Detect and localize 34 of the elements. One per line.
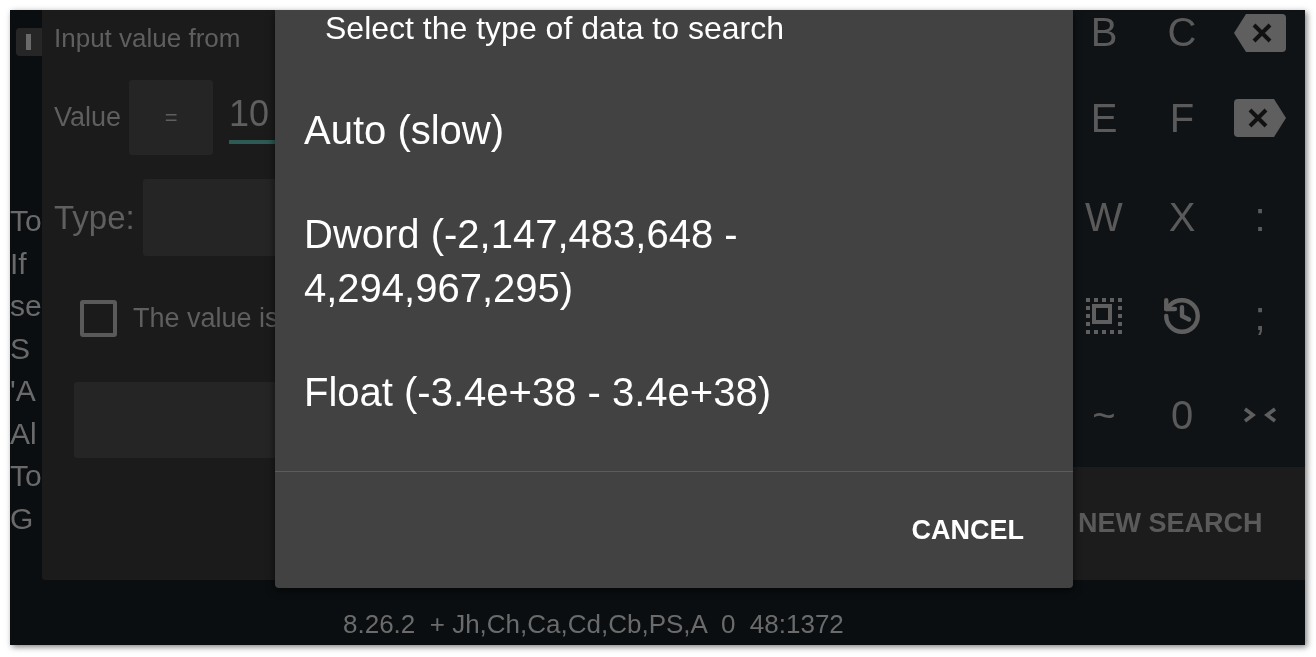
background-text: To bbox=[10, 203, 42, 239]
background-text: S bbox=[10, 330, 31, 367]
key-label[interactable]: F bbox=[1169, 97, 1195, 138]
key-label[interactable]: W bbox=[1085, 196, 1123, 237]
background-text: Al bbox=[10, 415, 38, 452]
data-type-option[interactable]: Auto (slow) bbox=[275, 78, 895, 182]
key-label[interactable]: B bbox=[1090, 12, 1118, 52]
key-label[interactable]: C bbox=[1167, 12, 1197, 52]
key-label[interactable]: E bbox=[1090, 97, 1118, 138]
background-text: If bbox=[10, 245, 28, 282]
key-label[interactable]: ; bbox=[1254, 295, 1266, 336]
type-label: Type: bbox=[54, 197, 135, 238]
dialog-title: Select the type of data to search bbox=[325, 10, 784, 46]
status-text: 8.26.2 + Jh,Ch,Ca,Cd,Cb,PS,A 0 48:1372 bbox=[343, 608, 844, 641]
background-text: To bbox=[10, 458, 42, 494]
value-label: Value bbox=[54, 101, 122, 135]
toolbar-icon[interactable] bbox=[16, 28, 42, 56]
select-all-icon[interactable] bbox=[1086, 297, 1122, 334]
key-label[interactable]: 0 bbox=[1170, 394, 1194, 435]
key-label[interactable]: : bbox=[1254, 196, 1266, 237]
operator-button[interactable]: = bbox=[129, 80, 214, 155]
key-label[interactable]: X bbox=[1168, 196, 1196, 237]
background-text: se bbox=[10, 288, 42, 324]
background-text: G bbox=[10, 500, 35, 537]
cancel-button[interactable]: CANCEL bbox=[911, 509, 1024, 551]
backspace-key-icon[interactable] bbox=[1234, 14, 1286, 52]
checkbox[interactable] bbox=[80, 299, 117, 337]
data-type-option[interactable]: Dword (-2,147,483,648 - 4,294,967,295) bbox=[275, 182, 895, 340]
key-label[interactable]: ~ bbox=[1092, 394, 1116, 435]
collapse-arrows-icon[interactable] bbox=[1243, 406, 1277, 423]
background-text: 'A bbox=[10, 373, 37, 409]
dialog-title: Input value from bbox=[54, 22, 241, 54]
data-type-option[interactable]: Float (-3.4e+38 - 3.4e+38) bbox=[275, 340, 895, 444]
delete-key-icon[interactable] bbox=[1234, 98, 1286, 137]
